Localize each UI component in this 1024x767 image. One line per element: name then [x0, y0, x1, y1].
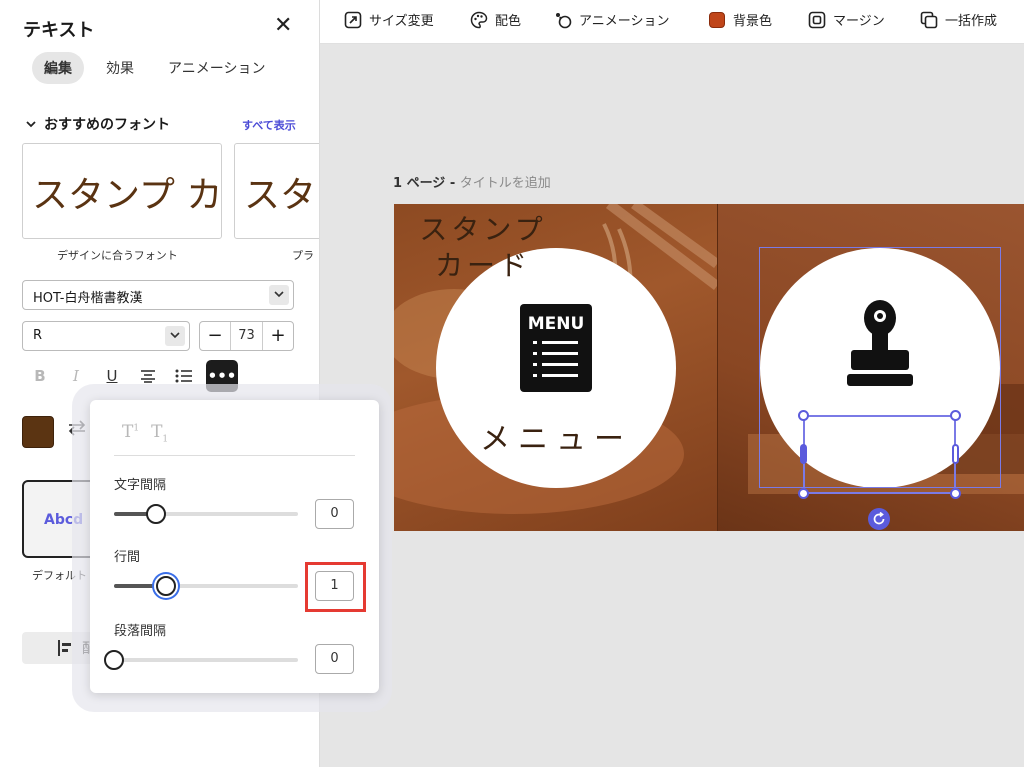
color-scheme-label: 配色	[495, 14, 522, 29]
letter-spacing-thumb[interactable]	[146, 504, 167, 524]
font-weight-select[interactable]: R	[22, 321, 190, 351]
tab-animation[interactable]: アニメーション	[156, 52, 277, 84]
chevron-down-icon	[269, 285, 289, 305]
superscript-icon[interactable]: T1	[122, 422, 139, 444]
font-card-1[interactable]: スタンプ カ	[22, 143, 222, 239]
page-number: 1 ページ -	[393, 176, 460, 191]
resize-handle-right[interactable]	[952, 444, 959, 464]
resize-label: サイズ変更	[369, 14, 434, 29]
page-title-input[interactable]: タイトルを追加	[460, 176, 551, 191]
font-size-increase-button[interactable]: +	[263, 322, 293, 350]
font-family-value: HOT-白舟楷書教漢	[33, 291, 143, 306]
palette-icon	[470, 11, 488, 29]
resize-handle-bottom-right[interactable]	[950, 488, 961, 499]
annotation-highlight-box	[305, 562, 366, 612]
line-height-thumb[interactable]	[155, 576, 176, 596]
resize-handle-bottom-left[interactable]	[798, 488, 809, 499]
menu-text[interactable]: メニュー	[436, 414, 676, 458]
script-buttons: T1 T1	[122, 422, 168, 444]
stamp-card-text[interactable]: スタンプ カード	[408, 212, 558, 284]
resize-handle-top-left[interactable]	[798, 410, 809, 421]
resize-button[interactable]: サイズ変更	[344, 10, 434, 29]
letter-spacing-label: 文字間隔	[114, 478, 167, 493]
panel-tabs: 編集 効果 アニメーション	[32, 52, 277, 84]
line-height-track[interactable]	[114, 584, 298, 588]
menu-circle[interactable]: MENU メニュー	[436, 248, 676, 488]
font-size-input[interactable]: 73	[230, 322, 263, 350]
spacing-popup: T1 T1 文字間隔 0 行間 1 段落間隔 0	[90, 400, 379, 693]
paragraph-spacing-label: 段落間隔	[114, 624, 167, 639]
font-family-select[interactable]: HOT-白舟楷書教漢	[22, 280, 294, 310]
popup-divider	[114, 455, 355, 456]
resize-icon	[344, 11, 362, 29]
bulk-create-icon	[920, 11, 938, 29]
font-size-stepper: − 73 +	[199, 321, 294, 351]
font-weight-value: R	[33, 328, 43, 343]
subscript-icon[interactable]: T1	[151, 422, 168, 444]
menu-icon-text: MENU	[528, 314, 585, 334]
animation-icon	[554, 11, 572, 29]
paragraph-spacing-input[interactable]: 0	[315, 644, 354, 674]
bulk-create-button[interactable]: 一括作成	[920, 10, 997, 29]
rotate-handle[interactable]	[868, 508, 890, 530]
resize-handle-top-right[interactable]	[950, 410, 961, 421]
rotate-icon	[873, 512, 885, 525]
animation-button[interactable]: アニメーション	[554, 10, 669, 29]
stamp-text-line1: スタンプ	[419, 213, 547, 246]
text-selection-box	[803, 415, 956, 494]
margin-label: マージン	[833, 14, 885, 29]
text-color-swatch[interactable]	[22, 416, 54, 448]
bold-button[interactable]: B	[22, 360, 58, 392]
color-scheme-button[interactable]: 配色	[470, 10, 521, 29]
background-color-chip	[708, 11, 726, 29]
stamp-text-line2: カード	[434, 249, 531, 282]
section-title: おすすめのフォント	[44, 117, 170, 133]
recommended-fonts-toggle[interactable]: おすすめのフォント	[26, 114, 170, 134]
tab-edit[interactable]: 編集	[32, 52, 84, 84]
panel-title: テキスト	[23, 20, 95, 41]
animation-label: アニメーション	[579, 14, 670, 29]
font-card-caption: プラ	[292, 249, 314, 262]
margin-icon	[808, 11, 826, 29]
background-color-button[interactable]: 背景色	[708, 10, 772, 29]
chevron-down-icon	[165, 326, 185, 346]
background-color-label: 背景色	[733, 14, 773, 29]
font-card-caption: デザインに合うフォント	[57, 249, 178, 262]
top-toolbar: サイズ変更 配色 アニメーション 背景色 マージン 一括作成	[320, 0, 1024, 44]
paragraph-spacing-thumb[interactable]	[104, 650, 124, 670]
chevron-down-icon	[26, 118, 36, 131]
bulk-create-label: 一括作成	[945, 14, 998, 29]
page-label: 1 ページ - タイトルを追加	[393, 172, 551, 191]
letter-spacing-track[interactable]	[114, 512, 298, 516]
menu-icon: MENU	[520, 304, 592, 392]
align-left-icon	[58, 640, 72, 660]
line-height-label: 行間	[114, 550, 141, 565]
paragraph-spacing-track[interactable]	[114, 658, 298, 662]
close-button[interactable]: ✕	[274, 14, 292, 38]
margin-button[interactable]: マージン	[808, 10, 885, 29]
letter-spacing-input[interactable]: 0	[315, 499, 354, 529]
tab-effects[interactable]: 効果	[94, 52, 146, 84]
font-card-2[interactable]: スタン	[234, 143, 319, 239]
see-all-link[interactable]: すべて表示	[242, 117, 296, 133]
resize-handle-left[interactable]	[800, 444, 807, 464]
font-size-decrease-button[interactable]: −	[200, 322, 230, 350]
